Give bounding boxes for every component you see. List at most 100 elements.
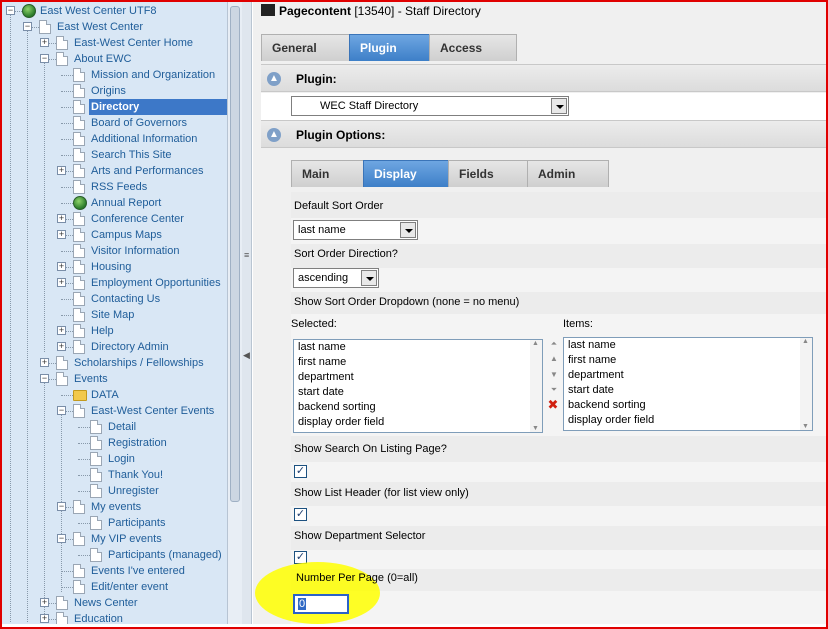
tree-item[interactable]: Annual Report xyxy=(89,195,163,211)
show-list-header-checkbox[interactable]: ✓ xyxy=(294,508,307,521)
sort-direction-select[interactable]: ascending xyxy=(293,268,379,288)
list-option[interactable]: first name xyxy=(294,355,542,370)
expand-icon[interactable]: + xyxy=(57,214,66,223)
move-down-icon[interactable]: ▼ xyxy=(548,369,560,381)
collapse-icon[interactable]: − xyxy=(57,502,66,511)
list-option[interactable]: display order field xyxy=(564,413,812,428)
page-icon[interactable] xyxy=(73,68,85,82)
tree-item[interactable]: Events xyxy=(72,371,110,387)
page-icon[interactable] xyxy=(73,228,85,242)
tree-scrollbar-thumb[interactable] xyxy=(230,6,240,502)
tree-item-label[interactable]: East West Center xyxy=(55,19,145,35)
tree-item[interactable]: My events xyxy=(89,499,143,515)
tree-item-label[interactable]: Board of Governors xyxy=(89,115,189,131)
page-icon[interactable] xyxy=(73,276,85,290)
move-top-icon[interactable]: ⏶ xyxy=(548,338,560,350)
tree-item[interactable]: Conference Center xyxy=(89,211,186,227)
page-icon[interactable] xyxy=(73,116,85,130)
tree-item-label[interactable]: Housing xyxy=(89,259,133,275)
chevron-down-icon[interactable] xyxy=(400,222,416,238)
collapse-left-icon[interactable]: ◀ xyxy=(243,350,250,361)
tree-item-label[interactable]: Events I've entered xyxy=(89,563,187,579)
list-option[interactable]: first name xyxy=(564,353,812,368)
page-icon[interactable] xyxy=(73,244,85,258)
expand-icon[interactable]: + xyxy=(57,166,66,175)
plugin-select[interactable]: WEC Staff Directory xyxy=(291,96,569,116)
tree-item[interactable]: About EWC xyxy=(72,51,133,67)
splitter-grip-icon[interactable]: ≡ xyxy=(244,250,249,260)
tree-item[interactable]: East West Center UTF8 xyxy=(38,3,159,19)
tree-item[interactable]: Directory Admin xyxy=(89,339,171,355)
tree-item-label[interactable]: Scholarships / Fellowships xyxy=(72,355,206,371)
tab-admin[interactable]: Admin xyxy=(527,160,609,187)
page-icon[interactable] xyxy=(90,452,102,466)
tree-item[interactable]: Additional Information xyxy=(89,131,199,147)
expand-icon[interactable]: + xyxy=(57,278,66,287)
tree-item-label[interactable]: Search This Site xyxy=(89,147,174,163)
move-up-icon[interactable]: ▲ xyxy=(548,353,560,365)
page-icon[interactable] xyxy=(90,484,102,498)
tree-item[interactable]: Scholarships / Fellowships xyxy=(72,355,206,371)
tree-item-label[interactable]: East-West Center Home xyxy=(72,35,195,51)
tree-item-label[interactable]: Mission and Organization xyxy=(89,67,217,83)
listbox-scrollbar[interactable] xyxy=(530,340,542,432)
page-icon[interactable] xyxy=(73,180,85,194)
page-icon[interactable] xyxy=(56,356,68,370)
tree-item-label[interactable]: About EWC xyxy=(72,51,133,67)
collapse-icon[interactable]: − xyxy=(40,374,49,383)
page-icon[interactable] xyxy=(90,468,102,482)
tree-item-label[interactable]: Contacting Us xyxy=(89,291,162,307)
page-icon[interactable] xyxy=(90,420,102,434)
tree-item[interactable]: Campus Maps xyxy=(89,227,164,243)
tree-item-label[interactable]: Thank You! xyxy=(106,467,165,483)
move-bottom-icon[interactable]: ⏷ xyxy=(548,384,560,396)
tree-item-label[interactable]: My events xyxy=(89,499,143,515)
list-option[interactable]: last name xyxy=(564,338,812,353)
page-icon[interactable] xyxy=(73,132,85,146)
tree-item[interactable]: Employment Opportunities xyxy=(89,275,223,291)
folder-icon[interactable] xyxy=(73,390,87,401)
tree-item-label[interactable]: Participants (managed) xyxy=(106,547,224,563)
tree-item-label[interactable]: Annual Report xyxy=(89,195,163,211)
expand-icon[interactable]: + xyxy=(40,598,49,607)
tree-item[interactable]: Origins xyxy=(89,83,128,99)
selected-listbox[interactable]: last namefirst namedepartmentstart dateb… xyxy=(293,339,543,433)
remove-icon[interactable]: ✖ xyxy=(547,398,559,411)
list-option[interactable]: start date xyxy=(564,383,812,398)
tree-item[interactable]: Contacting Us xyxy=(89,291,162,307)
page-icon[interactable] xyxy=(73,340,85,354)
tree-item[interactable]: Participants (managed) xyxy=(106,547,224,563)
page-icon[interactable] xyxy=(56,52,68,66)
page-icon[interactable] xyxy=(73,100,85,114)
tab-general[interactable]: General xyxy=(261,34,350,61)
page-icon[interactable] xyxy=(56,36,68,50)
list-option[interactable]: backend sorting xyxy=(564,398,812,413)
tree-item[interactable]: My VIP events xyxy=(89,531,164,547)
tree-item-label[interactable]: RSS Feeds xyxy=(89,179,149,195)
page-icon[interactable] xyxy=(73,148,85,162)
tree-item-label[interactable]: Campus Maps xyxy=(89,227,164,243)
page-icon[interactable] xyxy=(73,260,85,274)
tree-item-label[interactable]: Directory xyxy=(89,99,142,115)
tree-item[interactable]: Thank You! xyxy=(106,467,165,483)
page-icon[interactable] xyxy=(73,532,85,546)
collapse-icon[interactable]: − xyxy=(57,534,66,543)
tree-item[interactable]: Housing xyxy=(89,259,133,275)
globe-icon[interactable] xyxy=(22,4,36,18)
page-icon[interactable] xyxy=(56,612,68,624)
tree-item[interactable]: Site Map xyxy=(89,307,136,323)
tree-item-label[interactable]: News Center xyxy=(72,595,140,611)
tree-item[interactable]: News Center xyxy=(72,595,140,611)
expand-icon[interactable]: + xyxy=(40,38,49,47)
number-per-page-input[interactable]: 0 xyxy=(293,594,349,614)
tree-item[interactable]: Arts and Performances xyxy=(89,163,206,179)
tab-access[interactable]: Access xyxy=(429,34,517,61)
listbox-scrollbar[interactable] xyxy=(800,338,812,430)
tree-item-label[interactable]: Directory Admin xyxy=(89,339,171,355)
page-icon[interactable] xyxy=(73,500,85,514)
tree-item-label[interactable]: Origins xyxy=(89,83,128,99)
page-icon[interactable] xyxy=(73,324,85,338)
list-option[interactable]: display order field xyxy=(294,415,542,430)
chevron-down-icon[interactable] xyxy=(361,270,377,286)
collapse-icon[interactable]: ▲ xyxy=(267,128,281,142)
